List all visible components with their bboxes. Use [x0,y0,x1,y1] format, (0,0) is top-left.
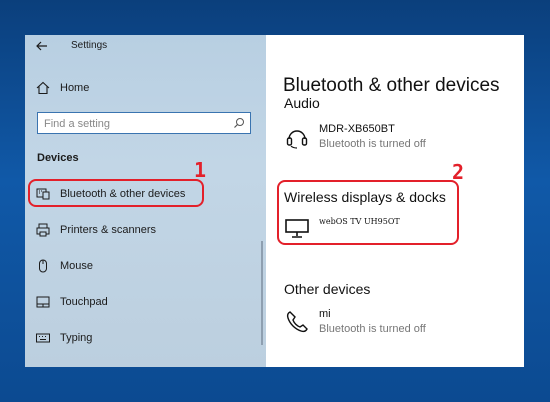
device-name: MDR-XB650BT [319,123,395,135]
sidebar-scrollbar[interactable] [261,241,263,345]
annotation-number-1: 1 [194,158,207,182]
sidebar-item-typing[interactable]: Typing [25,326,266,350]
sidebar-item-label: Typing [60,332,93,344]
window-title: Settings [71,40,108,51]
touchpad-icon [36,296,50,308]
device-status: Bluetooth is turned off [319,323,426,335]
printer-icon [36,223,50,237]
sidebar-item-touchpad[interactable]: Touchpad [25,290,266,314]
section-heading-other: Other devices [284,281,371,297]
sidebar-item-label: Mouse [60,260,94,272]
annotation-outline-2 [277,180,459,245]
phone-icon [286,311,308,333]
section-heading-audio: Audio [284,95,320,111]
search-box[interactable] [37,112,251,134]
sidebar-item-home[interactable]: Home [25,76,266,100]
mouse-icon [39,259,47,273]
sidebar-item-label: Touchpad [60,296,108,308]
sidebar-item-label: Printers & scanners [60,224,156,236]
device-status: Bluetooth is turned off [319,138,426,150]
annotation-number-2: 2 [452,160,465,184]
search-icon[interactable] [233,117,245,129]
sidebar-item-printers[interactable]: Printers & scanners [25,218,266,242]
sidebar-item-mouse[interactable]: Mouse [25,254,266,278]
headphones-icon [286,130,308,149]
annotation-outline-1 [28,179,204,207]
sidebar-item-label: Home [60,82,90,94]
page-title: Bluetooth & other devices [283,75,504,97]
home-icon [36,81,50,95]
section-heading-devices: Devices [37,152,79,164]
keyboard-icon [36,333,50,343]
device-name: mi [319,308,331,320]
search-input[interactable] [42,115,226,133]
titlebar: Settings [25,35,266,57]
device-headphones[interactable]: MDR-XB650BT Bluetooth is turned off [284,121,514,155]
back-arrow-icon[interactable] [34,38,50,54]
device-phone[interactable]: mi Bluetooth is turned off [284,306,514,340]
